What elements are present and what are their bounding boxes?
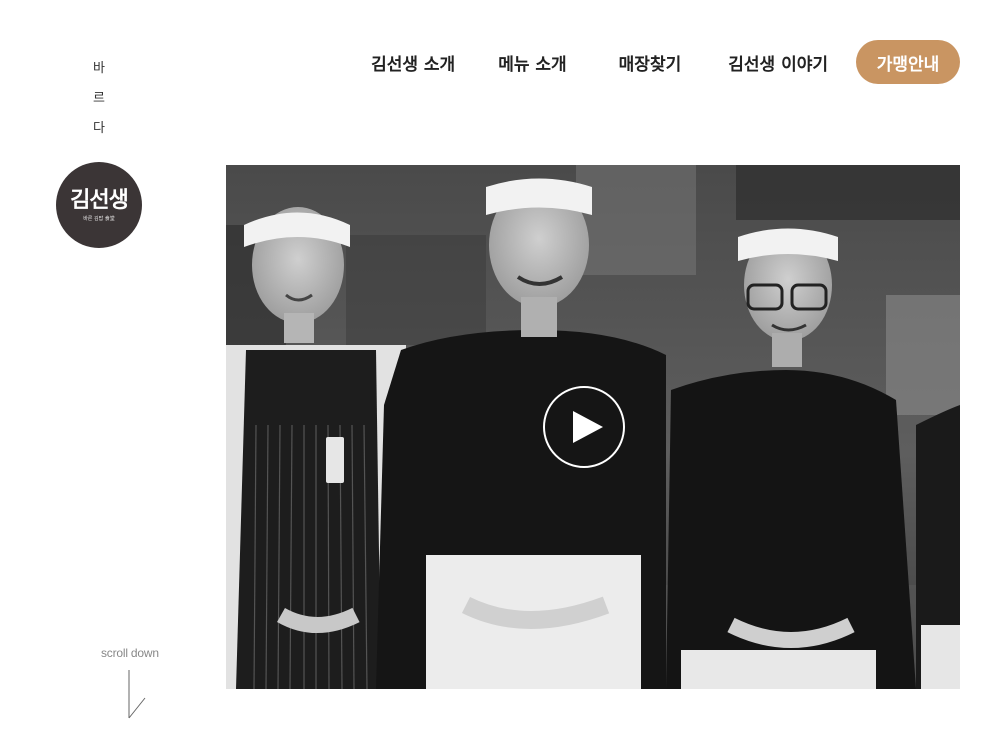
logo-subtext: 바른 김밥 食堂 xyxy=(83,215,115,222)
main-navigation: 김선생 소개 메뉴 소개 매장찾기 김선생 이야기 가맹안내 xyxy=(371,40,960,84)
nav-item-menu[interactable]: 메뉴 소개 xyxy=(498,50,566,75)
hero-video[interactable] xyxy=(226,165,960,689)
play-button[interactable] xyxy=(543,386,625,468)
tagline-char: 바 xyxy=(93,61,105,76)
scroll-down-label[interactable]: scroll down xyxy=(101,646,159,660)
brand-tagline: 바 르 다 xyxy=(92,60,106,138)
tagline-char: 다 xyxy=(93,121,105,136)
logo-text: 김선생 xyxy=(70,187,129,213)
nav-item-store-finder[interactable]: 매장찾기 xyxy=(619,50,682,75)
scroll-down-arrow-icon[interactable] xyxy=(124,668,148,722)
nav-item-story[interactable]: 김선생 이야기 xyxy=(728,50,828,75)
brand-logo[interactable]: 김선생 바른 김밥 食堂 xyxy=(56,162,142,248)
play-icon xyxy=(573,411,603,443)
franchise-button[interactable]: 가맹안내 xyxy=(856,40,960,84)
tagline-char: 르 xyxy=(93,91,105,106)
nav-item-about[interactable]: 김선생 소개 xyxy=(371,50,455,75)
